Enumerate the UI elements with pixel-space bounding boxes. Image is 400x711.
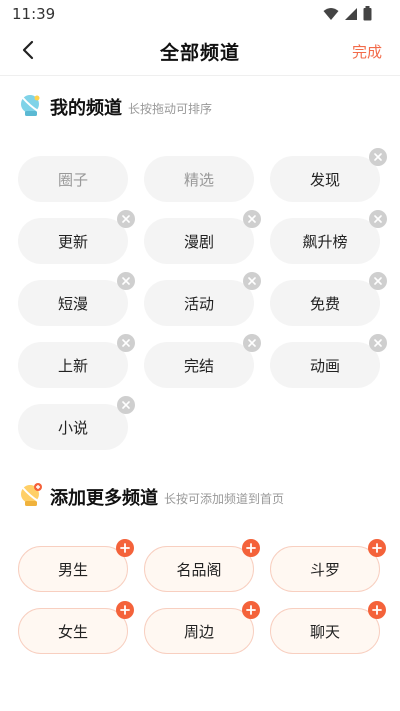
add-channel-icon[interactable]	[242, 601, 260, 619]
channel-label: 上新	[57, 356, 88, 375]
channel-label: 更新	[57, 232, 88, 251]
channel-label: 飙升榜	[302, 232, 348, 251]
add-channel-chip[interactable]: 斗罗	[270, 539, 386, 592]
channel-chip[interactable]: 漫剧	[144, 210, 261, 264]
remove-channel-icon[interactable]	[369, 210, 387, 228]
channel-chip[interactable]: 圈子	[18, 156, 128, 202]
satellite-dish-icon	[18, 92, 44, 122]
status-bar: 11:39	[0, 0, 400, 28]
channel-label: 名品阁	[176, 560, 222, 579]
channel-chip[interactable]: 精选	[144, 156, 254, 202]
channel-chip[interactable]: 上新	[18, 334, 135, 388]
header-divider	[0, 75, 400, 76]
channel-label: 免费	[309, 294, 340, 313]
add-channel-chip[interactable]: 名品阁	[144, 539, 260, 592]
channel-label: 周边	[183, 622, 214, 641]
channel-label: 短漫	[57, 294, 88, 313]
channel-chip[interactable]: 完结	[144, 334, 261, 388]
remove-channel-icon[interactable]	[243, 334, 261, 352]
channel-label: 精选	[183, 170, 214, 189]
battery-icon	[363, 6, 372, 25]
channel-label: 动画	[309, 356, 340, 375]
channel-chip[interactable]: 活动	[144, 272, 261, 326]
satellite-dish-plus-icon	[18, 482, 44, 512]
remove-channel-icon[interactable]	[369, 148, 387, 166]
more-channels-hint: 长按可添加频道到首页	[164, 492, 285, 506]
add-channel-icon[interactable]	[368, 601, 386, 619]
channel-label: 斗罗	[309, 560, 340, 579]
channel-chip[interactable]: 发现	[270, 148, 387, 202]
remove-channel-icon[interactable]	[117, 396, 135, 414]
remove-channel-icon[interactable]	[369, 334, 387, 352]
add-channel-icon[interactable]	[116, 601, 134, 619]
add-channel-icon[interactable]	[116, 539, 134, 557]
add-channel-chip[interactable]: 女生	[18, 601, 134, 654]
add-channel-chip[interactable]: 聊天	[270, 601, 386, 654]
channel-label: 漫剧	[183, 232, 214, 251]
channel-chip[interactable]: 动画	[270, 334, 387, 388]
my-channels-hint: 长按拖动可排序	[128, 102, 213, 116]
channel-label: 发现	[309, 170, 340, 189]
header: 全部频道 完成	[0, 28, 400, 74]
remove-channel-icon[interactable]	[243, 210, 261, 228]
channel-chip[interactable]: 短漫	[18, 272, 135, 326]
channel-chip[interactable]: 小说	[18, 396, 135, 450]
remove-channel-icon[interactable]	[243, 272, 261, 290]
channel-label: 女生	[57, 622, 88, 641]
my-channels-title: 我的频道	[50, 98, 122, 119]
add-channel-icon[interactable]	[368, 539, 386, 557]
add-channel-chip[interactable]: 周边	[144, 601, 260, 654]
channel-label: 男生	[57, 560, 88, 579]
channel-chip[interactable]: 更新	[18, 210, 135, 264]
remove-channel-icon[interactable]	[117, 210, 135, 228]
my-channels-header: 我的频道 长按拖动可排序	[18, 92, 212, 122]
wifi-icon	[323, 6, 339, 25]
status-icons	[323, 6, 372, 25]
channel-chip[interactable]: 免费	[270, 272, 387, 326]
page-title: 全部频道	[159, 42, 240, 64]
channel-chip[interactable]: 飙升榜	[270, 210, 387, 264]
remove-channel-icon[interactable]	[117, 334, 135, 352]
channel-label: 聊天	[309, 622, 340, 641]
done-button[interactable]: 完成	[352, 41, 382, 62]
add-channel-icon[interactable]	[242, 539, 260, 557]
channel-label: 活动	[183, 294, 214, 313]
more-channels-header: 添加更多频道 长按可添加频道到首页	[18, 482, 284, 512]
status-time: 11:39	[12, 5, 56, 23]
remove-channel-icon[interactable]	[117, 272, 135, 290]
more-channels-title: 添加更多频道	[50, 488, 158, 509]
remove-channel-icon[interactable]	[369, 272, 387, 290]
channel-label: 圈子	[57, 170, 88, 189]
cell-signal-icon	[344, 6, 358, 25]
channel-label: 完结	[183, 356, 214, 375]
add-channel-chip[interactable]: 男生	[18, 539, 134, 592]
channel-label: 小说	[57, 418, 88, 437]
